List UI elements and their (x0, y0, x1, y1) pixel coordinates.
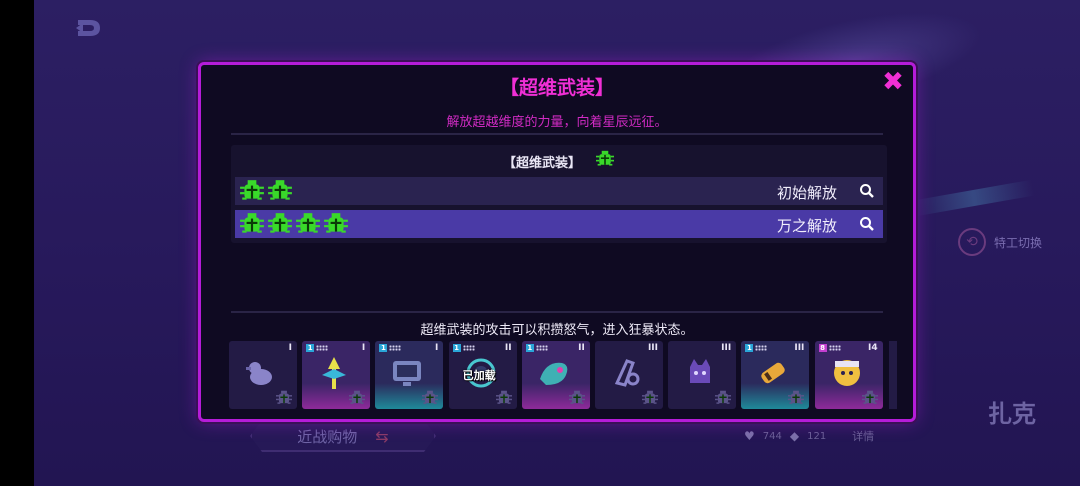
bug-icons (239, 212, 349, 236)
weapon-tier: III (794, 343, 805, 353)
mini-bug-icon (349, 390, 366, 404)
weapon-strip[interactable]: I4 8 III 1 III III II 1 II 1 已加载 I 1 I 1 I (229, 341, 897, 411)
weapon-stars (535, 345, 548, 351)
tier-row-full[interactable]: 万之解放 (235, 210, 883, 238)
cannon-icon (761, 362, 786, 384)
tier-header-label: 【超维武装】 (502, 155, 581, 171)
weapon-level-badge: 1 (745, 344, 754, 352)
mini-bug-icon (788, 390, 805, 404)
gem-count: 121 (807, 430, 827, 442)
mini-bug-icon (495, 390, 512, 404)
search-icon[interactable] (859, 183, 875, 199)
dialog-title: 【超维武装】 (499, 77, 614, 99)
weapon-tier: I (435, 343, 439, 353)
strip-edge (889, 341, 897, 409)
weapon-level-badge: 1 (306, 344, 315, 352)
mini-bug-icon (642, 390, 658, 404)
weapon-card[interactable]: III 1 (741, 341, 810, 409)
divider (231, 133, 883, 135)
close-button[interactable]: ✖ (881, 69, 905, 95)
weapon-card[interactable]: II 1 已加载 (448, 341, 517, 409)
divider (231, 311, 883, 313)
agent-switch-label: 特工切换 (994, 235, 1043, 250)
tier-row-initial[interactable]: 初始解放 (235, 177, 883, 205)
weapon-stars (462, 345, 475, 351)
weapon-card[interactable]: I4 8 (814, 341, 883, 409)
spear-icon (322, 357, 347, 389)
melee-shop-button[interactable]: 近战购物 ⇆ (250, 420, 436, 452)
bug-icon (240, 180, 264, 200)
weapon-level-badge: 8 (818, 344, 827, 352)
close-icon: ✖ (882, 67, 904, 97)
tier-panel: 【超维武装】 初始解放 万之解放 (231, 145, 887, 243)
bug-icon (296, 213, 320, 233)
equipped-label: 已加载 (462, 369, 496, 382)
weapon-card[interactable]: I1 (302, 341, 371, 409)
character-name: 扎克 (988, 400, 1036, 428)
heart-count: 744 (762, 430, 782, 442)
beast-icon (690, 359, 711, 383)
hyper-armament-dialog: 【超维武装】 ✖ 解放超越维度的力量，向着星辰远征。 【超维武装】 初始解放 万… (198, 62, 916, 422)
swap-icon: ⇆ (375, 426, 389, 446)
weapon-stars (755, 345, 768, 351)
tier-label: 万之解放 (776, 217, 837, 235)
weapon-card[interactable]: I (229, 341, 297, 409)
switch-icon: ⟲ (958, 228, 986, 256)
sea-creature-icon (539, 362, 568, 385)
weapon-tier: I (288, 343, 292, 353)
claw-icon (614, 359, 640, 387)
mini-bug-icon (276, 390, 292, 404)
weapon-card[interactable]: III (595, 341, 663, 409)
shop-label: 近战购物 (297, 427, 358, 446)
weapon-level-badge: 1 (525, 344, 534, 352)
mini-bug-icon (715, 390, 732, 404)
weapon-tier: II (578, 343, 585, 353)
heart-icon: ♥ (744, 429, 755, 443)
bug-icon (596, 150, 614, 166)
weapon-level-badge: 1 (379, 344, 388, 352)
footer-text: 超维武装的攻击可以积攒怒气，进入狂暴状态。 (420, 323, 694, 338)
bug-icon (268, 180, 292, 200)
weapon-tier: I (361, 343, 366, 353)
mini-bug-icon (861, 390, 878, 404)
dialog-subtitle: 解放超越维度的力量，向着星辰远征。 (446, 115, 668, 130)
agent-switch-button[interactable]: ⟲ 特工切换 (958, 228, 1042, 256)
gem-icon: ◆ (789, 429, 800, 443)
head-icon (833, 360, 860, 386)
weapon-tier: III (721, 343, 732, 353)
bug-icons (239, 179, 293, 203)
bug-icon (324, 213, 348, 233)
bug-icon (595, 150, 615, 172)
weapon-tier: II (504, 343, 512, 353)
back-icon[interactable] (74, 18, 104, 38)
weapon-tier: III (647, 343, 658, 353)
duck-icon (246, 362, 272, 385)
weapon-card[interactable]: I1 (375, 341, 444, 409)
weapon-card[interactable]: III (668, 341, 737, 409)
bug-icon (268, 213, 292, 233)
bug-icon (240, 213, 264, 233)
mini-bug-icon (422, 390, 439, 404)
weapon-card[interactable]: II 1 (521, 341, 590, 409)
monitor-icon (393, 361, 422, 386)
weapon-stars (389, 345, 402, 351)
weapon-stars (828, 345, 841, 351)
tier-label: 初始解放 (776, 184, 837, 202)
mini-bug-icon (568, 390, 585, 404)
weapon-stars (316, 345, 329, 351)
search-icon[interactable] (859, 216, 875, 232)
light-streak (913, 179, 1035, 217)
tier-header: 【超维武装】 (231, 150, 887, 172)
weapon-tier: I4 (867, 343, 878, 353)
weapon-level-badge: 1 (452, 344, 461, 352)
detail-link[interactable]: 详情 (852, 428, 874, 444)
character-stats: ♥ 744 ◆ 121 详情 (744, 428, 874, 444)
